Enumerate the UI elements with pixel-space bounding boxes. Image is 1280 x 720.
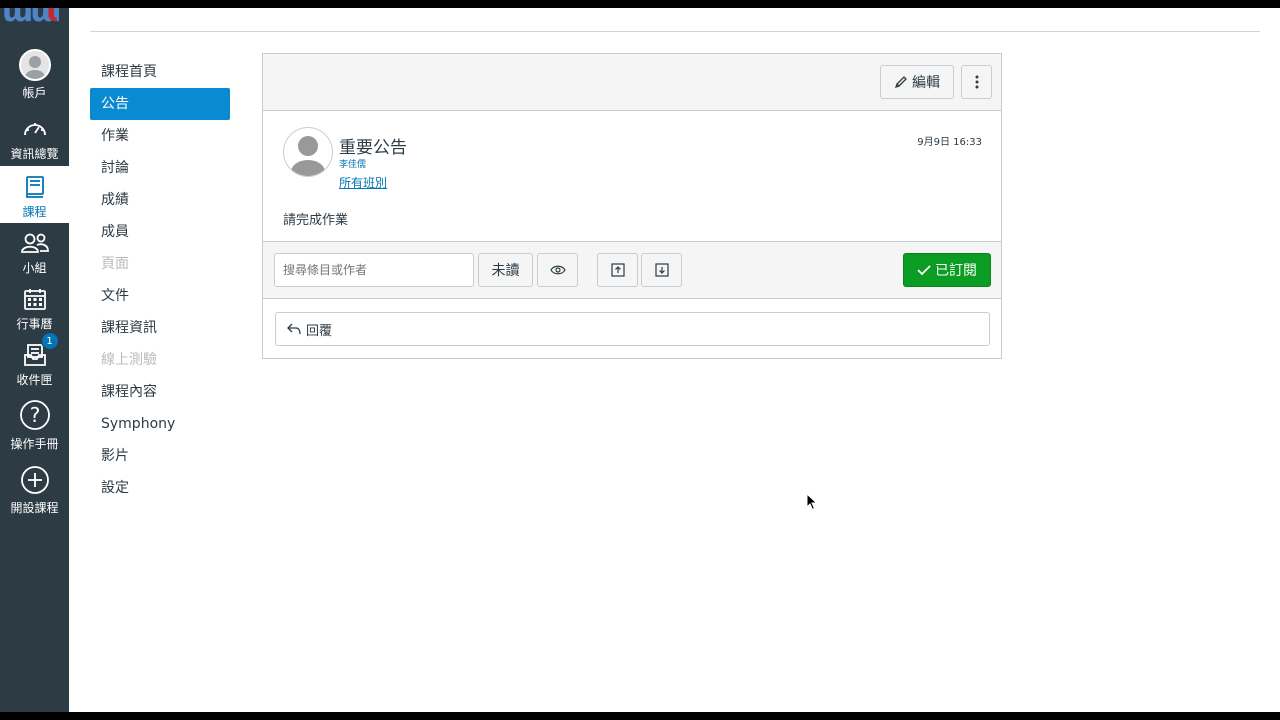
header-divider <box>90 31 1260 32</box>
course-nav-symphony[interactable]: Symphony <box>90 408 230 440</box>
dashboard-gauge-icon <box>22 116 48 142</box>
account-avatar-icon <box>18 49 51 81</box>
global-nav-help[interactable]: ? 操作手冊 <box>0 398 69 454</box>
announcement-body: 請完成作業 <box>283 213 349 228</box>
global-navigation: ɯɯ ɩ 帳戶 資訊總覽 課程 小組 行事曆 1 收件匣 ? 操作手冊 開設課程 <box>0 8 69 712</box>
global-nav-groups[interactable]: 小組 <box>0 230 69 280</box>
course-nav-quizzes: 線上測驗 <box>101 352 157 368</box>
reply-arrow-icon <box>286 322 302 336</box>
unread-filter-button[interactable]: 未讀 <box>478 253 533 287</box>
global-nav-label: 帳戶 <box>22 86 47 100</box>
global-nav-dashboard[interactable]: 資訊總覽 <box>0 116 69 166</box>
checkmark-icon <box>917 264 931 276</box>
groups-people-icon <box>20 230 50 256</box>
course-nav-syllabus[interactable]: 課程資訊 <box>90 312 230 344</box>
reply-label: 回覆 <box>306 323 333 339</box>
expand-all-button[interactable] <box>641 253 682 287</box>
more-options-button[interactable] <box>961 65 992 99</box>
mark-all-read-button[interactable] <box>537 253 578 287</box>
announcement-title: 重要公告 <box>339 138 407 158</box>
course-nav-settings[interactable]: 設定 <box>90 472 230 504</box>
global-nav-label: 行事曆 <box>16 317 53 331</box>
edit-button[interactable]: 編輯 <box>880 65 954 99</box>
course-nav-people[interactable]: 成員 <box>90 216 230 248</box>
courses-book-icon <box>25 174 45 200</box>
global-nav-create-course[interactable]: 開設課程 <box>0 464 69 520</box>
reply-filter-bar: 未讀 已訂閱 <box>263 241 1001 299</box>
eye-icon <box>549 265 566 275</box>
global-nav-label: 操作手冊 <box>10 437 59 451</box>
author-avatar-icon[interactable] <box>283 127 333 177</box>
calendar-icon <box>23 286 47 312</box>
post-timestamp: 9月9日 16:33 <box>917 137 982 148</box>
global-nav-calendar[interactable]: 行事曆 <box>0 286 69 336</box>
vertical-ellipsis-icon <box>975 75 979 89</box>
inbox-unread-badge: 1 <box>40 332 59 350</box>
announcement-card: 編輯 重要公告 李佳儒 所有班別 9月9日 16:33 請完成作業 未讀 <box>262 53 1002 359</box>
course-nav-home[interactable]: 課程首頁 <box>90 56 230 88</box>
pencil-icon <box>894 75 908 89</box>
course-nav-videos[interactable]: 影片 <box>90 440 230 472</box>
course-nav-assignments[interactable]: 作業 <box>90 120 230 152</box>
subscribed-label: 已訂閱 <box>935 262 977 278</box>
global-nav-label: 小組 <box>22 261 47 275</box>
course-nav-discussions[interactable]: 討論 <box>90 152 230 184</box>
edit-button-label: 編輯 <box>912 74 940 90</box>
global-nav-label: 收件匣 <box>16 373 53 387</box>
expand-down-icon <box>654 263 669 277</box>
svg-text:?: ? <box>29 403 40 427</box>
help-question-icon: ? <box>19 398 51 432</box>
global-nav-account[interactable]: 帳戶 <box>0 49 69 105</box>
mouse-pointer-icon <box>806 492 818 515</box>
course-nav-announcements[interactable]: 公告 <box>90 88 230 120</box>
screen: ɯɯ ɩ 帳戶 資訊總覽 課程 小組 行事曆 1 收件匣 ? 操作手冊 開設課程… <box>0 8 1280 712</box>
inbox-icon: 1 <box>23 332 59 368</box>
add-course-plus-icon <box>20 464 50 496</box>
course-nav-files[interactable]: 文件 <box>90 280 230 312</box>
subscribed-button[interactable]: 已訂閱 <box>903 253 991 287</box>
global-nav-label: 課程 <box>22 205 47 219</box>
course-navigation: 課程首頁 公告 作業 討論 成績 成員 頁面 文件 課程資訊 線上測驗 課程內容… <box>90 56 230 504</box>
institution-logo[interactable]: ɯɯ ɩ <box>0 8 69 28</box>
search-input[interactable] <box>274 253 474 287</box>
course-nav-pages: 頁面 <box>101 256 129 272</box>
collapse-all-button[interactable] <box>597 253 638 287</box>
reply-box[interactable]: 回覆 <box>275 312 990 346</box>
collapse-up-icon <box>610 263 625 277</box>
sections-link[interactable]: 所有班別 <box>339 174 387 191</box>
global-nav-inbox[interactable]: 1 收件匣 <box>0 332 69 392</box>
global-nav-label: 資訊總覽 <box>10 147 59 161</box>
announcement-post: 重要公告 李佳儒 所有班別 9月9日 16:33 請完成作業 <box>263 111 1001 241</box>
global-nav-label: 開設課程 <box>10 501 59 515</box>
global-nav-courses[interactable]: 課程 <box>0 166 69 223</box>
course-nav-modules[interactable]: 課程內容 <box>90 376 230 408</box>
announcement-toolbar: 編輯 <box>263 54 1001 111</box>
author-name-link[interactable]: 李佳儒 <box>339 157 366 170</box>
course-nav-grades[interactable]: 成績 <box>90 184 230 216</box>
